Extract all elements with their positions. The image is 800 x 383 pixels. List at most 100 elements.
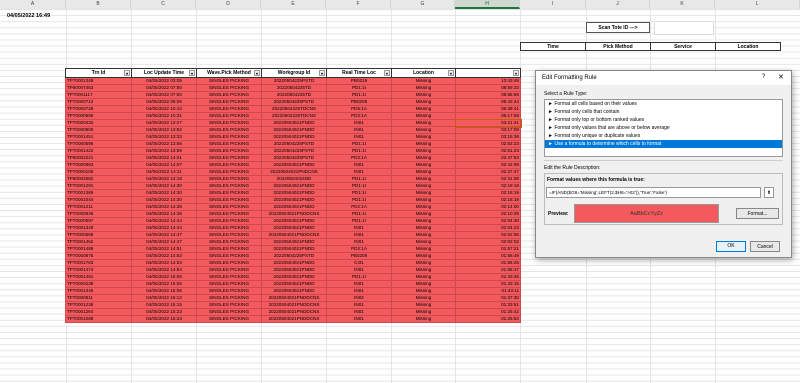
cell-real-time-loc[interactable]: PB0208 <box>326 252 392 260</box>
filter-dropdown-icon[interactable]: ▾ <box>384 70 390 76</box>
cell-real-time-loc[interactable]: CI31 <box>326 259 392 267</box>
table-row[interactable]: TP70000511 04/05/2022 15:12 SINGLES PICKIN… <box>65 294 521 302</box>
cell-trn-id[interactable]: TP70001348 <box>65 77 132 85</box>
table-row[interactable]: TP70000728 04/05/2022 10:10 SINGLES PICKIN… <box>65 105 521 113</box>
cell-workgroup-id[interactable]: 20220504225TDCNS <box>261 105 327 113</box>
table-row[interactable]: TP60002221 04/05/2022 14:01 SINGLES PICKIN… <box>65 154 521 162</box>
cell-workgroup-id[interactable]: 20220504225PSTD <box>261 154 327 162</box>
cell-location[interactable]: Missing <box>391 105 456 113</box>
table-row[interactable]: TP70001389 04/05/2022 14:30 SINGLES PICKIN… <box>65 189 521 197</box>
cell-location[interactable]: Missing <box>391 266 456 274</box>
cell-real-time-loc[interactable]: PD1:1I <box>326 189 392 197</box>
header-trn-id[interactable]: Trn Id ▾ <box>65 68 132 78</box>
cell-trn-id[interactable]: TP70000238 <box>65 280 132 288</box>
column-header-k[interactable]: K <box>650 0 715 9</box>
cell-location[interactable]: Missing <box>391 217 456 225</box>
cell-elapsed[interactable]: 08:42:44 <box>455 98 521 106</box>
cell-pick-method[interactable]: SINGLES PICKING <box>196 210 262 218</box>
table-row[interactable]: TP70001451 04/05/2022 13:33 SINGLES PICKIN… <box>65 133 521 141</box>
cell-pick-method[interactable]: SINGLES PICKING <box>196 161 262 169</box>
cell-loc-update-time[interactable]: 04/05/2022 14:44 <box>131 224 197 232</box>
cell-workgroup-id[interactable]: 20220504021PNDD <box>261 182 327 190</box>
column-header-j[interactable]: J <box>586 0 650 9</box>
filter-active-icon[interactable]: ▾ <box>254 70 260 76</box>
cell-trn-id[interactable]: TP70001783 <box>65 259 132 267</box>
cell-pick-method[interactable]: SINGLES PICKING <box>196 112 262 120</box>
cell-loc-update-time[interactable]: 04/05/2022 14:30 <box>131 189 197 197</box>
cell-trn-id[interactable]: TP70001211 <box>65 203 132 211</box>
cell-loc-update-time[interactable]: 04/05/2022 10:10 <box>131 105 197 113</box>
cell-pick-method[interactable]: SINGLES PICKING <box>196 196 262 204</box>
cell-elapsed[interactable]: 02:14:00 <box>455 203 521 211</box>
table-row[interactable]: TP70001291 04/05/2022 14:30 SINGLES PICKIN… <box>65 182 521 190</box>
cell-real-time-loc[interactable]: PD2:1A <box>326 154 392 162</box>
cell-pick-method[interactable]: SINGLES PICKING <box>196 266 262 274</box>
collapse-range-icon[interactable]: ⬆ <box>764 187 774 198</box>
cell-elapsed[interactable]: 03:17:09 <box>455 126 521 134</box>
cell-pick-method[interactable]: SINGLES PICKING <box>196 98 262 106</box>
cell-elapsed[interactable]: 01:37:30 <box>455 294 521 302</box>
cell-workgroup-id[interactable]: 20220504021PNDDCNS <box>261 315 327 323</box>
cell-loc-update-time[interactable]: 04/05/2022 15:06 <box>131 280 197 288</box>
table-row[interactable]: TP70000238 04/05/2022 15:06 SINGLES PICKIN… <box>65 280 521 288</box>
cell-elapsed[interactable]: 08:58:58 <box>455 91 521 99</box>
column-header-i[interactable]: I <box>520 0 586 9</box>
cell-elapsed[interactable]: 02:31:06 <box>455 175 521 183</box>
filter-dropdown-icon[interactable]: ▾ <box>319 70 325 76</box>
cell-elapsed[interactable]: 02:04:23 <box>455 224 521 232</box>
cell-location[interactable]: Missing <box>391 91 456 99</box>
cell-workgroup-id[interactable]: 20220504021PNDD <box>261 217 327 225</box>
cell-workgroup-id[interactable]: 20220504021PNDD <box>261 126 327 134</box>
table-row[interactable]: TP70000875 04/05/2022 14:52 SINGLES PICKIN… <box>65 252 521 260</box>
cell-location[interactable]: Missing <box>391 259 456 267</box>
table-row[interactable]: TP70000595 04/05/2022 10:31 SINGLES PICKIN… <box>65 112 521 120</box>
cell-trn-id[interactable]: TP70000597 <box>65 217 132 225</box>
cell-location[interactable]: Missing <box>391 112 456 120</box>
filter-dropdown-icon[interactable]: ▾ <box>189 70 195 76</box>
table-row[interactable]: TP70001236 04/05/2022 15:15 SINGLES PICKIN… <box>65 301 521 309</box>
cell-pick-method[interactable]: SINGLES PICKING <box>196 301 262 309</box>
cell-loc-update-time[interactable]: 04/05/2022 14:18 <box>131 175 197 183</box>
table-row[interactable]: TP70001422 04/05/2022 13:58 SINGLES PICKIN… <box>65 147 521 155</box>
table-row[interactable]: TP70000900 04/05/2022 13:52 SINGLES PICKIN… <box>65 126 521 134</box>
cell-pick-method[interactable]: SINGLES PICKING <box>196 280 262 288</box>
cell-elapsed[interactable]: 02:52:23 <box>455 140 521 148</box>
column-header-a[interactable]: A <box>0 0 66 9</box>
cell-pick-method[interactable]: SINGLES PICKING <box>196 77 262 85</box>
table-row[interactable]: TP70000846 04/05/2022 14:38 SINGLES PICKIN… <box>65 210 521 218</box>
cell-workgroup-id[interactable]: 20220504021PNDD <box>261 203 327 211</box>
cell-location[interactable]: Missing <box>391 280 456 288</box>
cell-loc-update-time[interactable]: 04/05/2022 14:07 <box>131 161 197 169</box>
table-row[interactable]: TP70000432 04/05/2022 13:27 SINGLES PICKIN… <box>65 118 522 128</box>
cell-trn-id[interactable]: TP70001422 <box>65 147 132 155</box>
cell-loc-update-time[interactable]: 04/05/2022 14:54 <box>131 266 197 274</box>
filter-dropdown-icon[interactable]: ▾ <box>124 70 130 76</box>
table-row[interactable]: TP70001348 04/05/2022 03:05 SINGLES PICKIN… <box>65 77 521 85</box>
cell-trn-id[interactable]: TP70001488 <box>65 245 132 253</box>
cell-pick-method[interactable]: SINGLES PICKING <box>196 231 262 239</box>
cell-loc-update-time[interactable]: 04/05/2022 14:38 <box>131 210 197 218</box>
cell-real-time-loc[interactable]: IN01 <box>326 238 392 246</box>
cell-pick-method[interactable]: SINGLES PICKING <box>196 245 262 253</box>
cell-loc-update-time[interactable]: 04/05/2022 14:44 <box>131 217 197 225</box>
header-elapsed[interactable]: ▾ <box>455 68 521 78</box>
cell-elapsed[interactable]: 01:43:15 <box>455 280 521 288</box>
cell-elapsed[interactable]: 01:57:21 <box>455 245 521 253</box>
cell-workgroup-id[interactable]: 20220504225PSTD <box>261 147 327 155</box>
cell-workgroup-id[interactable]: 20220504021PNDD <box>261 280 327 288</box>
cell-pick-method[interactable]: SINGLES PICKING <box>196 238 262 246</box>
cell-loc-update-time[interactable]: 04/05/2022 14:30 <box>131 196 197 204</box>
cell-real-time-loc[interactable]: IN01 <box>326 119 392 127</box>
cell-loc-update-time[interactable]: 04/05/2022 14:52 <box>131 252 197 260</box>
cell-location[interactable]: Missing <box>391 189 456 197</box>
cell-workgroup-id[interactable]: 20220504021PNDDCNS <box>261 231 327 239</box>
header-workgroup-id[interactable]: Workgroup Id ▾ <box>261 68 327 78</box>
cell-real-time-loc[interactable]: PD1:1I <box>326 196 392 204</box>
table-row[interactable]: TP70000596 04/05/2022 13:56 SINGLES PICKIN… <box>65 140 521 148</box>
column-header-e[interactable]: E <box>261 0 326 9</box>
cell-location[interactable]: Missing <box>391 308 456 316</box>
cell-pick-method[interactable]: SINGLES PICKING <box>196 308 262 316</box>
cell-elapsed[interactable]: 06:38:41 <box>455 105 521 113</box>
cell-location[interactable]: Missing <box>391 245 456 253</box>
cell-location[interactable]: Missing <box>391 231 456 239</box>
